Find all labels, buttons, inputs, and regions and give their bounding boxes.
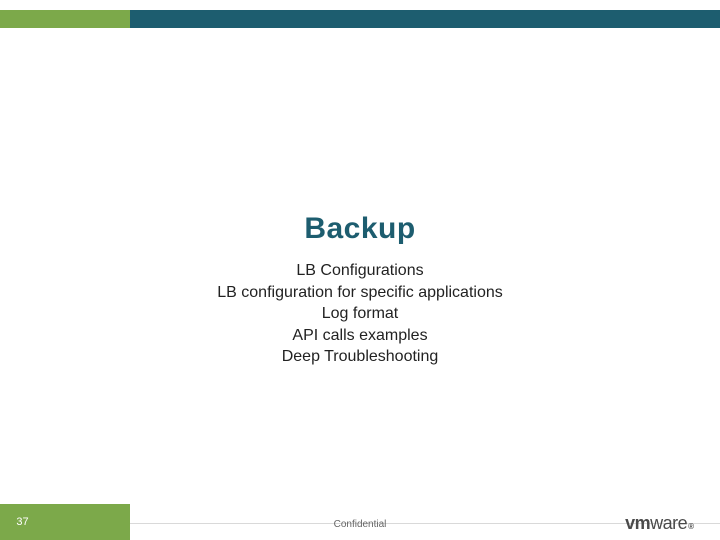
footer: 37 Confidential vmware® (0, 504, 720, 540)
subtitle-line: Log format (217, 303, 503, 325)
logo-registered-icon: ® (688, 522, 694, 531)
content-area: Backup LB Configurations LB configuratio… (0, 0, 720, 540)
subtitle-line: Deep Troubleshooting (217, 346, 503, 368)
subtitle-block: LB Configurations LB configuration for s… (217, 260, 503, 368)
slide: Backup LB Configurations LB configuratio… (0, 0, 720, 540)
logo-vm-text: vm (625, 513, 650, 534)
vmware-logo: vmware® (625, 513, 694, 534)
logo-ware-text: ware (650, 513, 687, 534)
subtitle-line: LB configuration for specific applicatio… (217, 282, 503, 304)
slide-title: Backup (304, 212, 415, 246)
subtitle-line: API calls examples (217, 325, 503, 347)
confidential-label: Confidential (0, 519, 720, 530)
subtitle-line: LB Configurations (217, 260, 503, 282)
